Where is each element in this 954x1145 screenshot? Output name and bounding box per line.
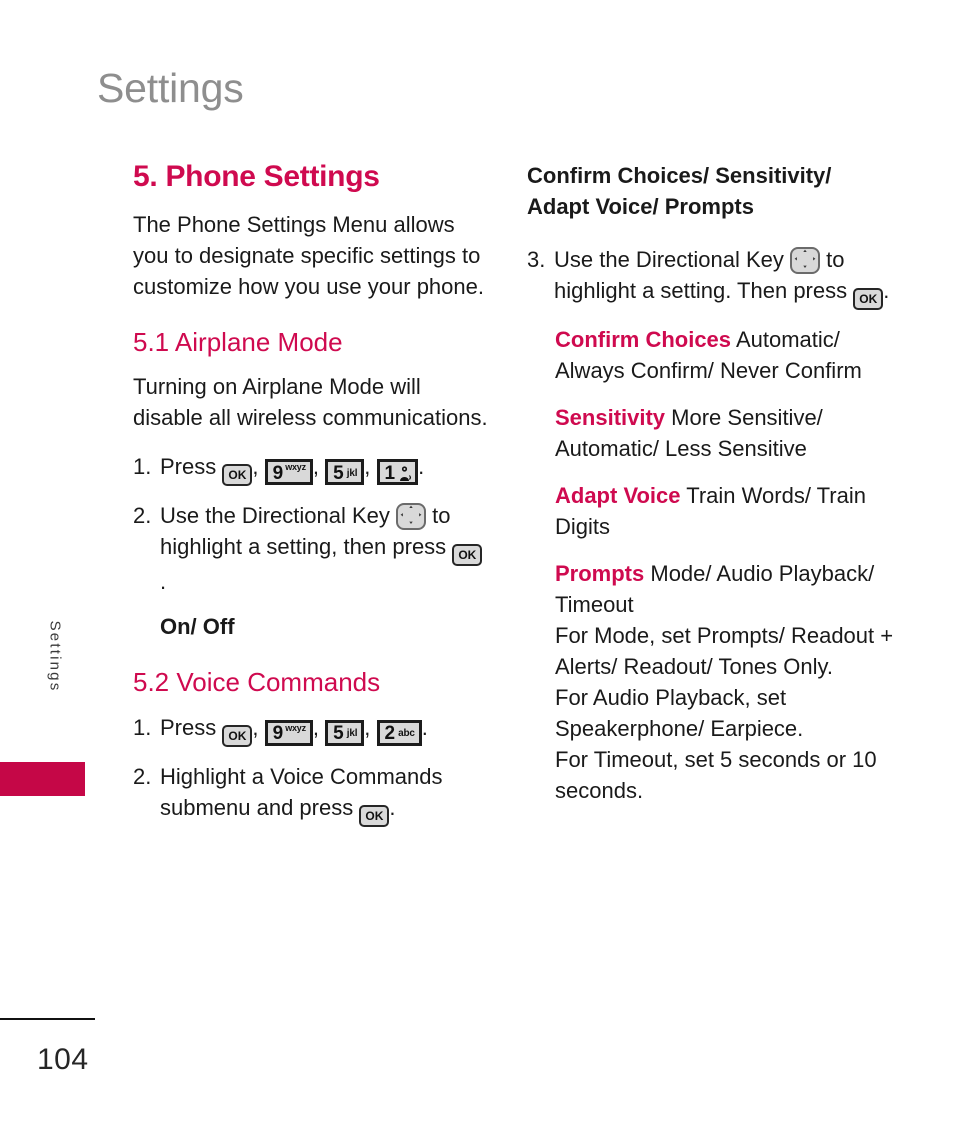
airplane-mode-intro-paragraph: Turning on Airplane Mode will disable al… xyxy=(133,374,488,431)
left-column: 5. Phone Settings The Phone Settings Men… xyxy=(133,160,493,841)
step-voice-1: 1. Press OK, 9 wxyz, 5 jkl, 2 abc. xyxy=(133,712,493,748)
ok-key-icon: OK xyxy=(222,725,253,748)
right-column: Confirm Choices/ Sensitivity/ Adapt Voic… xyxy=(527,160,899,806)
step-text-pre: Use the Directional Key xyxy=(160,503,390,529)
step-airplane-1: 1. Press OK, 9 wxyz, 5 jkl, 1. xyxy=(133,451,493,487)
right-column-lead-heading: Confirm Choices/ Sensitivity/ Adapt Voic… xyxy=(527,163,832,219)
step-text-pre: Use the Directional Key xyxy=(554,247,784,272)
directional-key-icon xyxy=(396,503,427,531)
step-text: Press OK, 9 wxyz, 5 jkl, 2 abc. xyxy=(160,712,493,748)
step-text-pre: Highlight a Voice Commands submenu and p… xyxy=(160,764,443,821)
comma: , xyxy=(364,715,371,741)
definition-adapt-voice: Adapt Voice Train Words/ Train Digits xyxy=(555,480,899,542)
key-2-abc-icon: 2 abc xyxy=(376,720,422,747)
step-marker: 1. xyxy=(133,715,152,741)
definition-term: Prompts xyxy=(555,561,645,586)
period: . xyxy=(160,569,167,595)
comma: , xyxy=(252,454,259,480)
definition-prompts: Prompts Mode/ Audio Playback/ Timeout xyxy=(555,558,899,620)
step-text: Highlight a Voice Commands submenu and p… xyxy=(160,761,493,828)
comma: , xyxy=(252,715,259,741)
ok-key-icon: OK xyxy=(359,805,390,828)
step-marker: 2. xyxy=(133,503,152,529)
step-text: Use the Directional Key to highlight a s… xyxy=(554,244,899,310)
subsection-heading-voice-commands: 5.2 Voice Commands xyxy=(133,667,381,698)
step-text: Use the Directional Key to highlight a s… xyxy=(160,500,493,597)
step-text-pre: Press xyxy=(160,454,217,480)
directional-key-icon xyxy=(790,247,821,274)
step-voice-3: 3. Use the Directional Key to highlight … xyxy=(527,244,899,310)
prompts-note-mode: For Mode, set Prompts/ Readout + Alerts/… xyxy=(555,623,894,679)
side-tab-label: Settings xyxy=(46,620,64,693)
section-heading: 5. Phone Settings xyxy=(133,160,380,193)
key-5-jkl-icon: 5 jkl xyxy=(325,720,365,747)
definition-term: Sensitivity xyxy=(555,405,666,430)
comma: , xyxy=(312,715,320,741)
voicemail-glyph-icon xyxy=(398,465,412,483)
section-intro-paragraph: The Phone Settings Menu allows you to de… xyxy=(133,211,484,299)
step-marker: 3. xyxy=(527,247,546,272)
period: . xyxy=(389,795,396,821)
ok-key-icon: OK xyxy=(853,288,884,310)
period: . xyxy=(418,454,425,480)
period: . xyxy=(421,715,428,741)
period: . xyxy=(883,278,890,303)
prompts-note-audio-playback: For Audio Playback, set Speakerphone/ Ea… xyxy=(555,685,804,741)
footer-rule xyxy=(0,1018,95,1020)
step-text: Press OK, 9 wxyz, 5 jkl, 1. xyxy=(160,451,493,487)
key-1-voicemail-icon: 1 xyxy=(376,459,419,486)
definition-term: Confirm Choices xyxy=(555,327,732,352)
side-tab-block xyxy=(0,762,85,796)
key-9-wxyz-icon: 9 wxyz xyxy=(264,459,313,486)
key-5-jkl-icon: 5 jkl xyxy=(325,459,365,486)
comma: , xyxy=(312,454,320,480)
airplane-mode-options: On/ Off xyxy=(160,614,235,640)
step-text-pre: Press xyxy=(160,715,217,741)
ok-key-icon: OK xyxy=(452,544,483,567)
ok-key-icon: OK xyxy=(222,464,253,487)
step-voice-2: 2. Highlight a Voice Commands submenu an… xyxy=(133,761,493,828)
definition-term: Adapt Voice xyxy=(555,483,681,508)
page-number: 104 xyxy=(37,1043,89,1076)
step-marker: 2. xyxy=(133,764,152,790)
definition-confirm-choices: Confirm Choices Automatic/ Always Confir… xyxy=(555,324,899,386)
running-head: Settings xyxy=(97,65,244,111)
prompts-note-timeout: For Timeout, set 5 seconds or 10 seconds… xyxy=(555,747,877,803)
step-airplane-2: 2. Use the Directional Key to highlight … xyxy=(133,500,493,597)
definition-sensitivity: Sensitivity More Sensitive/ Automatic/ L… xyxy=(555,402,899,464)
subsection-heading-airplane-mode: 5.1 Airplane Mode xyxy=(133,326,343,357)
key-9-wxyz-icon: 9 wxyz xyxy=(264,720,313,747)
step-marker: 1. xyxy=(133,454,152,480)
comma: , xyxy=(364,454,371,480)
